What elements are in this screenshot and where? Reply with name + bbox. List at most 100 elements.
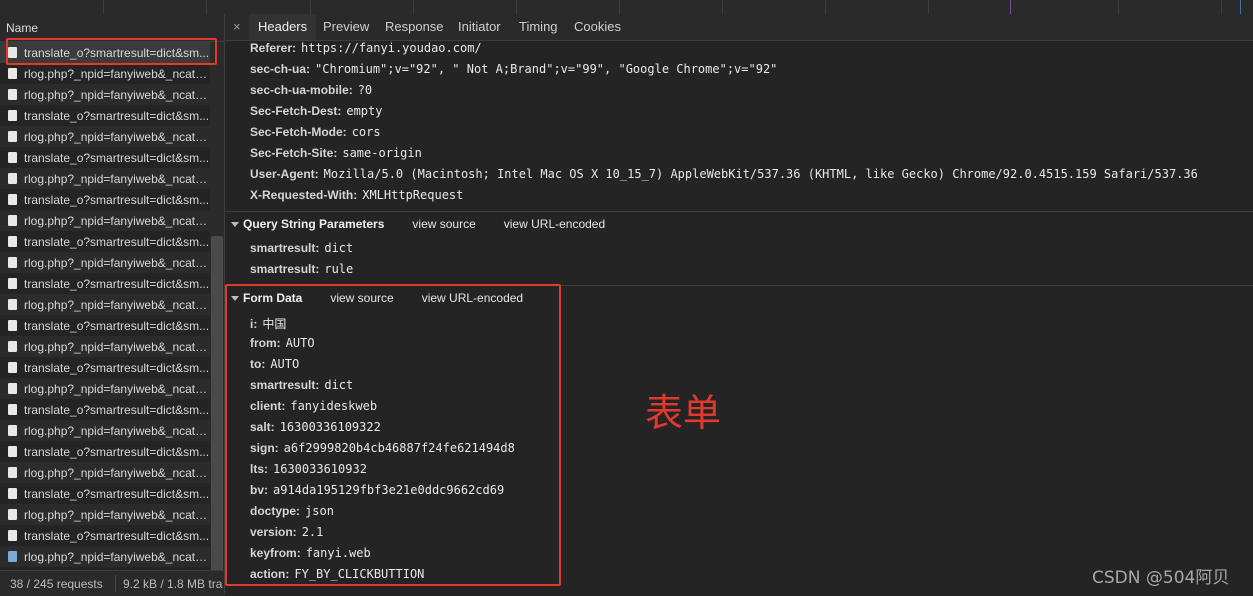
request-name: translate_o?smartresult=dict&sm... bbox=[24, 277, 210, 291]
request-details-panel: × Headers Preview Response Initiator Tim… bbox=[225, 14, 1253, 595]
timeline-gridline bbox=[825, 0, 826, 14]
header-key: Sec-Fetch-Mode: bbox=[250, 125, 347, 139]
request-row[interactable]: rlog.php?_npid=fanyiweb&_ncat=... bbox=[0, 126, 210, 147]
header-value: empty bbox=[346, 104, 383, 118]
request-name: translate_o?smartresult=dict&sm... bbox=[24, 361, 210, 375]
header-value: https://fanyi.youdao.com/ bbox=[301, 41, 482, 55]
header-value: XMLHttpRequest bbox=[362, 188, 464, 202]
request-row[interactable]: translate_o?smartresult=dict&sm... bbox=[0, 273, 210, 294]
file-icon bbox=[8, 383, 17, 394]
form-annotation-label: 表单 bbox=[645, 391, 722, 435]
network-status-bar: 38 / 245 requests 9.2 kB / 1.8 MB tra bbox=[0, 570, 224, 596]
file-icon bbox=[8, 257, 17, 268]
header-value: Mozilla/5.0 (Macintosh; Intel Mac OS X 1… bbox=[323, 167, 1198, 181]
file-icon bbox=[8, 299, 17, 310]
status-divider bbox=[115, 575, 116, 592]
header-value: cors bbox=[351, 125, 381, 139]
request-row[interactable]: translate_o?smartresult=dict&sm... bbox=[0, 441, 210, 462]
close-icon[interactable]: × bbox=[233, 19, 241, 34]
tab-preview[interactable]: Preview bbox=[323, 19, 369, 34]
file-icon bbox=[8, 194, 17, 205]
file-icon bbox=[8, 89, 17, 100]
header-row: sec-ch-ua-mobile: ?0 bbox=[250, 83, 372, 97]
file-icon bbox=[8, 404, 17, 415]
request-row[interactable]: translate_o?smartresult=dict&sm... bbox=[0, 231, 210, 252]
request-name: rlog.php?_npid=fanyiweb&_ncat=... bbox=[24, 466, 210, 480]
request-name: rlog.php?_npid=fanyiweb&_ncat=... bbox=[24, 382, 210, 396]
header-key: User-Agent: bbox=[250, 167, 319, 181]
timeline-gridline bbox=[103, 0, 104, 14]
header-key: X-Requested-With: bbox=[250, 188, 358, 202]
view-url-encoded-link[interactable]: view URL-encoded bbox=[504, 217, 605, 231]
request-row[interactable]: rlog.php?_npid=fanyiweb&_ncat=... bbox=[0, 378, 210, 399]
request-name: translate_o?smartresult=dict&sm... bbox=[24, 487, 210, 501]
details-tab-bar: × Headers Preview Response Initiator Tim… bbox=[225, 14, 1253, 41]
file-icon bbox=[8, 320, 17, 331]
header-key: Sec-Fetch-Site: bbox=[250, 146, 338, 160]
file-icon bbox=[8, 278, 17, 289]
timeline-gridline bbox=[206, 0, 207, 14]
file-icon bbox=[8, 467, 17, 478]
header-value: same-origin bbox=[342, 146, 422, 160]
request-row[interactable]: rlog.php?_npid=fanyiweb&_ncat=... bbox=[0, 336, 210, 357]
header-row: Referer: https://fanyi.youdao.com/ bbox=[250, 41, 482, 55]
request-row[interactable]: translate_o?smartresult=dict&sm... bbox=[0, 483, 210, 504]
header-value: ?0 bbox=[357, 83, 373, 97]
timeline-gridline bbox=[310, 0, 311, 14]
section-divider bbox=[225, 211, 1253, 212]
query-params-section-header[interactable]: Query String Parameters view source view U… bbox=[231, 217, 605, 231]
request-row[interactable]: translate_o?smartresult=dict&sm... bbox=[0, 105, 210, 126]
request-row[interactable]: rlog.php?_npid=fanyiweb&_ncat=... bbox=[0, 210, 210, 231]
request-row[interactable]: translate_o?smartresult=dict&sm... bbox=[0, 315, 210, 336]
request-name: translate_o?smartresult=dict&sm... bbox=[24, 235, 210, 249]
request-row[interactable]: translate_o?smartresult=dict&sm... bbox=[0, 399, 210, 420]
request-row[interactable]: rlog.php?_npid=fanyiweb&_ncat=... bbox=[0, 84, 210, 105]
scrollbar-thumb[interactable] bbox=[211, 236, 223, 581]
request-row[interactable]: rlog.php?_npid=fanyiweb&_ncat=... bbox=[0, 462, 210, 483]
timeline-marker bbox=[1010, 0, 1011, 14]
request-row[interactable]: translate_o?smartresult=dict&sm... bbox=[0, 357, 210, 378]
request-list-panel: Name translate_o?smartresult=dict&sm... … bbox=[0, 14, 225, 596]
header-row: sec-ch-ua: "Chromium";v="92", " Not A;Bra… bbox=[250, 62, 777, 76]
tab-headers[interactable]: Headers bbox=[249, 14, 317, 40]
timeline-overview[interactable] bbox=[0, 0, 1253, 15]
timeline-gridline bbox=[1221, 0, 1222, 14]
tab-timing[interactable]: Timing bbox=[519, 19, 558, 34]
view-source-link[interactable]: view source bbox=[412, 217, 475, 231]
timeline-gridline bbox=[413, 0, 414, 14]
file-icon bbox=[8, 488, 17, 499]
tab-cookies[interactable]: Cookies bbox=[574, 19, 621, 34]
request-row[interactable]: rlog.php?_npid=fanyiweb&_ncat=... bbox=[0, 294, 210, 315]
header-key: sec-ch-ua: bbox=[250, 62, 311, 76]
file-icon bbox=[8, 425, 17, 436]
request-row[interactable]: rlog.php?_npid=fanyiweb&_ncat=... bbox=[0, 168, 210, 189]
tab-initiator[interactable]: Initiator bbox=[458, 19, 501, 34]
file-icon bbox=[8, 236, 17, 247]
file-icon bbox=[8, 362, 17, 373]
request-row[interactable]: rlog.php?_npid=fanyiweb&_ncat=... bbox=[0, 63, 210, 84]
request-row[interactable]: rlog.php?_npid=fanyiweb&_ncat=... bbox=[0, 546, 210, 567]
request-row[interactable]: rlog.php?_npid=fanyiweb&_ncat=... bbox=[0, 504, 210, 525]
param-value: rule bbox=[324, 262, 354, 276]
file-icon bbox=[8, 110, 17, 121]
tab-label: Headers bbox=[258, 19, 308, 34]
header-value: "Chromium";v="92", " Not A;Brand";v="99"… bbox=[315, 62, 778, 76]
request-name: rlog.php?_npid=fanyiweb&_ncat=... bbox=[24, 214, 210, 228]
request-row[interactable]: translate_o?smartresult=dict&sm... bbox=[0, 525, 210, 546]
timeline-gridline bbox=[516, 0, 517, 14]
request-row[interactable]: translate_o?smartresult=dict&sm... bbox=[0, 147, 210, 168]
request-row[interactable]: rlog.php?_npid=fanyiweb&_ncat=... bbox=[0, 420, 210, 441]
request-name: translate_o?smartresult=dict&sm... bbox=[24, 193, 210, 207]
request-name: translate_o?smartresult=dict&sm... bbox=[24, 109, 210, 123]
request-name: rlog.php?_npid=fanyiweb&_ncat=... bbox=[24, 508, 210, 522]
request-row[interactable]: rlog.php?_npid=fanyiweb&_ncat=... bbox=[0, 252, 210, 273]
query-param-row: smartresult: dict bbox=[250, 241, 353, 255]
header-key: sec-ch-ua-mobile: bbox=[250, 83, 353, 97]
file-icon bbox=[8, 509, 17, 520]
highlight-box-form-data bbox=[225, 284, 561, 586]
header-key: Referer: bbox=[250, 41, 297, 55]
header-row: Sec-Fetch-Dest: empty bbox=[250, 104, 382, 118]
request-row[interactable]: translate_o?smartresult=dict&sm... bbox=[0, 189, 210, 210]
file-icon bbox=[8, 530, 17, 541]
tab-response[interactable]: Response bbox=[385, 19, 444, 34]
